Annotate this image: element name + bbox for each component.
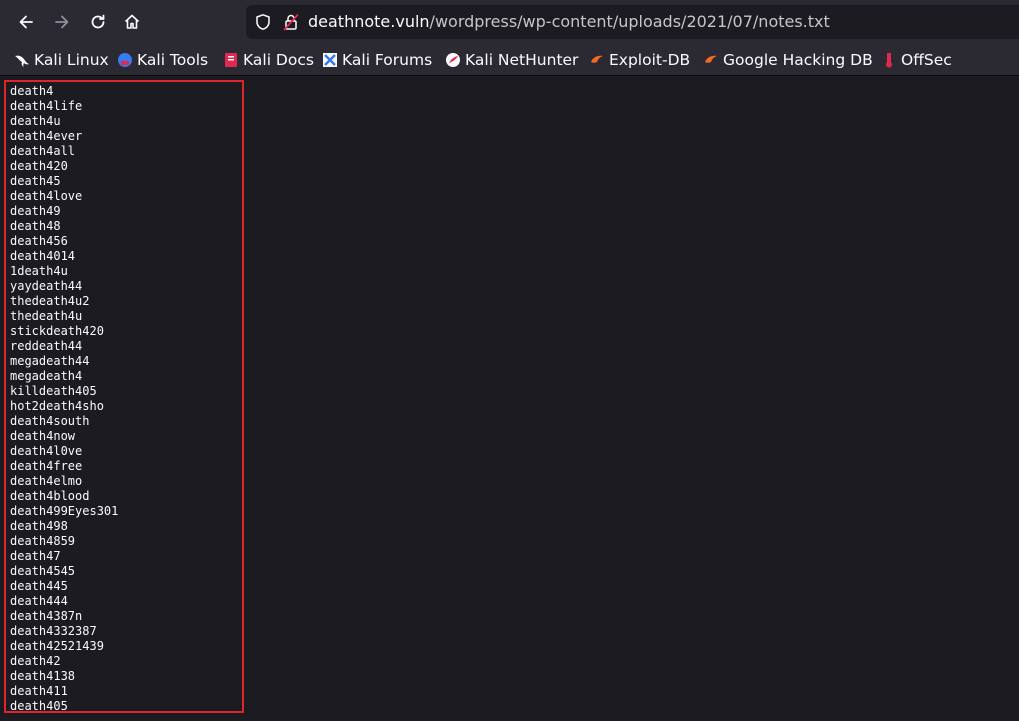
bookmark-label: Google Hacking DB xyxy=(723,51,873,69)
text-line: death4u xyxy=(10,114,61,128)
bookmark-kali-nethunter[interactable]: Kali NetHunter xyxy=(445,49,578,71)
bookmark-label: OffSec xyxy=(901,51,952,69)
kali-forums-icon xyxy=(323,53,337,67)
text-line: death47 xyxy=(10,549,61,563)
forward-button[interactable] xyxy=(48,8,76,36)
forward-arrow-icon xyxy=(55,15,69,29)
kali-docs-icon xyxy=(225,53,237,67)
bookmark-kali-linux[interactable]: Kali Linux xyxy=(14,49,109,71)
text-line: death4 xyxy=(10,84,54,98)
home-icon xyxy=(124,14,140,29)
bookmark-label: Kali Linux xyxy=(34,51,109,69)
bookmarks-toolbar: Kali Linux Kali Tools Kali Docs Kali For… xyxy=(0,44,1019,76)
offsec-icon xyxy=(886,53,892,68)
text-line: 1death4u xyxy=(10,264,68,278)
text-line: death42521439 xyxy=(10,639,104,653)
text-line: death4014 xyxy=(10,249,76,263)
text-line: death4love xyxy=(10,189,83,203)
text-line: death420 xyxy=(10,159,68,173)
text-line: death42 xyxy=(10,654,61,668)
bookmark-label: Exploit-DB xyxy=(609,51,691,69)
bookmark-label: Kali Tools xyxy=(137,51,209,69)
address-bar[interactable]: deathnote.vuln/wordpress/wp-content/uplo… xyxy=(246,5,1019,39)
text-line: thedeath4u xyxy=(10,309,83,323)
text-line: yaydeath44 xyxy=(10,279,83,293)
text-line: death4ever xyxy=(10,129,83,143)
text-line: death4387n xyxy=(10,609,83,623)
url-path: /wordpress/wp-content/uploads/2021/07/no… xyxy=(429,12,830,31)
exploit-db-icon xyxy=(591,55,603,63)
bookmark-label: Kali Docs xyxy=(243,51,314,69)
bookmark-label: Kali Forums xyxy=(342,51,433,69)
text-line: death444 xyxy=(10,594,68,608)
insecure-lock-icon[interactable] xyxy=(282,13,300,31)
text-line: death4life xyxy=(10,99,83,113)
back-arrow-icon xyxy=(19,15,33,29)
home-button[interactable] xyxy=(118,8,146,36)
text-line: megadeath44 xyxy=(10,354,90,368)
notes-text-content: death4 death4life death4u death4ever death4a… xyxy=(10,84,118,714)
text-line: death4south xyxy=(10,414,90,428)
url-domain: deathnote.vuln xyxy=(308,12,430,31)
text-line: death456 xyxy=(10,234,68,248)
text-line: reddeath44 xyxy=(10,339,83,353)
text-line: death4all xyxy=(10,144,76,158)
text-line: death445 xyxy=(10,579,68,593)
text-line: death4elmo xyxy=(10,474,83,488)
reload-icon xyxy=(91,14,105,29)
text-line: death49 xyxy=(10,204,61,218)
text-line: hot2death4sho xyxy=(10,399,104,413)
kali-dragon-icon xyxy=(15,55,29,67)
text-line: megadeath4 xyxy=(10,369,83,383)
browser-window: deathnote.vuln/wordpress/wp-content/uplo… xyxy=(0,0,1019,721)
text-line: thedeath4u2 xyxy=(10,294,90,308)
back-button[interactable] xyxy=(12,8,40,36)
bookmark-offsec[interactable]: OffSec xyxy=(881,49,952,71)
bookmark-google-hacking-db[interactable]: Google Hacking DB xyxy=(703,49,873,71)
text-line: death4blood xyxy=(10,489,90,503)
text-line: killdeath405 xyxy=(10,384,97,398)
text-line: stickdeath420 xyxy=(10,324,104,338)
text-line: death411 xyxy=(10,684,68,698)
text-line: death4free xyxy=(10,459,83,473)
text-line: death4545 xyxy=(10,564,76,578)
page-content: death4 death4life death4u death4ever death4a… xyxy=(0,76,1019,721)
reload-button[interactable] xyxy=(84,8,112,36)
text-line: death4l0ve xyxy=(10,444,83,458)
text-line: death499Eyes301 xyxy=(10,504,119,518)
text-line: death4859 xyxy=(10,534,76,548)
kali-tools-icon xyxy=(118,53,132,67)
bookmark-exploit-db[interactable]: Exploit-DB xyxy=(589,49,690,71)
nethunter-icon xyxy=(446,53,460,67)
tracking-protection-shield-icon[interactable] xyxy=(254,13,272,31)
bookmark-kali-docs[interactable]: Kali Docs xyxy=(223,49,314,71)
text-line: death45 xyxy=(10,174,61,188)
text-line: death4138 xyxy=(10,669,76,683)
text-line: death4now xyxy=(10,429,76,443)
url-text[interactable]: deathnote.vuln/wordpress/wp-content/uplo… xyxy=(308,12,830,32)
bookmark-label: Kali NetHunter xyxy=(465,51,579,69)
text-line: death48 xyxy=(10,219,61,233)
text-line: death405 xyxy=(10,699,68,713)
text-line: death498 xyxy=(10,519,68,533)
bookmark-kali-tools[interactable]: Kali Tools xyxy=(117,49,208,71)
navigation-toolbar: deathnote.vuln/wordpress/wp-content/uplo… xyxy=(0,0,1019,44)
ghdb-icon xyxy=(705,55,717,63)
bookmark-kali-forums[interactable]: Kali Forums xyxy=(322,49,432,71)
text-line: death4332387 xyxy=(10,624,97,638)
